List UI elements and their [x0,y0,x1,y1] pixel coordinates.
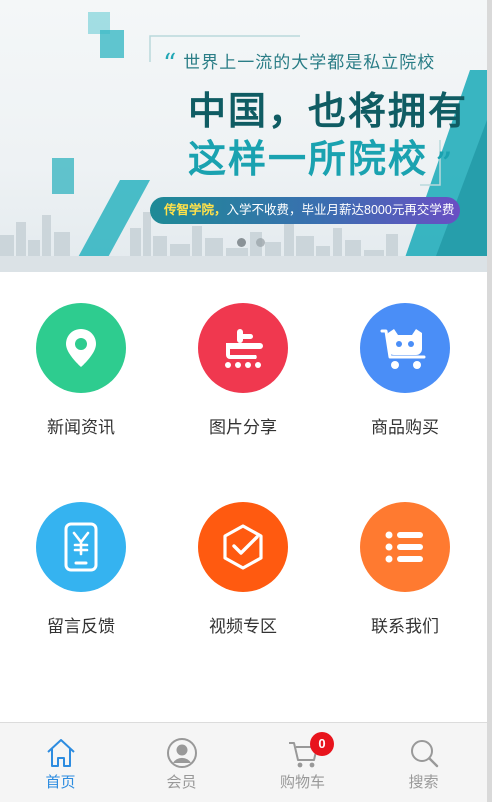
phone-yuan-icon [36,502,126,592]
cart-count-badge: 0 [310,732,334,756]
banner-promo-pill: 传智学院，入学不收费，毕业月薪达8000元再交学费 [150,197,460,224]
menu-item-contact[interactable]: 联系我们 [324,502,486,637]
carousel-dot-1[interactable] [237,238,246,247]
scrollbar-track [487,0,492,802]
location-pin-icon [36,303,126,393]
menu-item-shop[interactable]: 商品购买 [324,303,486,438]
pill-school-name: 传智学院， [164,203,227,217]
menu-item-videos[interactable]: 视频专区 [162,502,324,637]
dian-logo-icon [198,303,288,393]
pill-text: 入学不收费，毕业月薪达8000元再交学费 [226,203,455,217]
menu-item-feedback[interactable]: 留言反馈 [0,502,162,637]
menu-item-label: 图片分享 [209,418,277,437]
search-icon [407,736,441,770]
menu-item-label: 商品购买 [371,418,439,437]
banner-headline-2: 这样一所院校” [188,139,455,181]
carousel-indicators [237,238,265,247]
bottom-tab-bar: 首页 会员 0 购物车 搜索 [0,722,487,802]
menu-item-news[interactable]: 新闻资讯 [0,303,162,438]
banner-quote-line: “世界上一流的大学都是私立院校 [163,49,436,79]
tab-label: 搜索 [408,774,439,791]
tab-cart[interactable]: 0 购物车 [242,723,363,802]
menu-item-label: 联系我们 [371,617,439,636]
hexagon-check-icon [198,502,288,592]
menu-item-label: 视频专区 [209,617,277,636]
banner-headline-1: 中国，也将拥有 [188,91,469,133]
banner-carousel[interactable]: “世界上一流的大学都是私立院校 中国，也将拥有 这样一所院校” 传智学院，入学不… [0,0,487,272]
menu-item-label: 留言反馈 [47,617,115,636]
menu-item-photos[interactable]: 图片分享 [162,303,324,438]
tab-home[interactable]: 首页 [0,723,121,802]
member-icon [165,736,199,770]
tab-label: 购物车 [279,774,325,791]
tab-label: 会员 [166,774,197,791]
carousel-dot-2[interactable] [256,238,265,247]
tab-label: 首页 [45,774,76,791]
list-icon [360,502,450,592]
tab-search[interactable]: 搜索 [363,723,484,802]
home-icon [44,736,78,770]
menu-grid: 新闻资讯 图片分享 商品购买 留言反馈 视频专区 联系我们 [0,272,487,722]
tab-member[interactable]: 会员 [121,723,242,802]
menu-item-label: 新闻资讯 [47,418,115,437]
cat-cart-icon [360,303,450,393]
